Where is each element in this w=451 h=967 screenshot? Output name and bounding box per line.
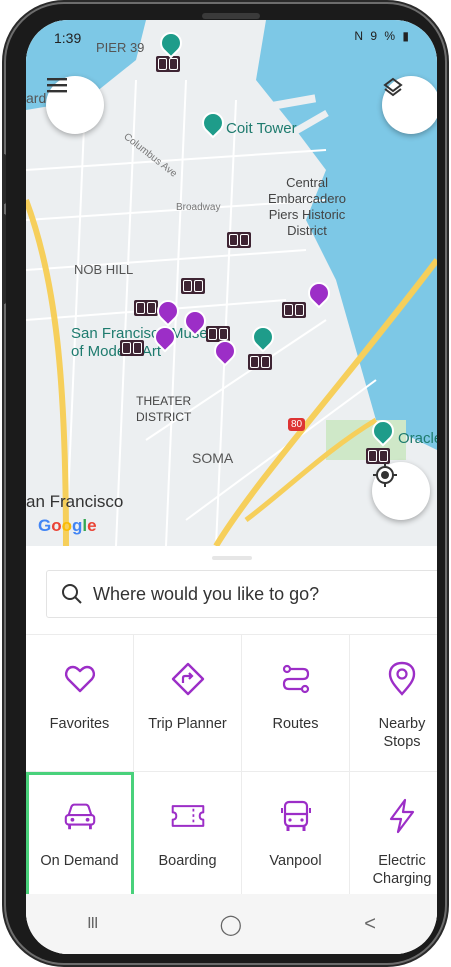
google-letter: o (51, 516, 62, 535)
my-location-button[interactable] (372, 462, 430, 520)
on-demand-tile[interactable]: On Demand (26, 772, 134, 909)
car-icon (62, 798, 98, 834)
transit-stop-marker[interactable] (156, 56, 180, 72)
favorites-tile[interactable]: Favorites (26, 635, 134, 772)
electric-charging-label: Electric Charging (372, 853, 432, 887)
layers-icon (383, 77, 403, 97)
home-button[interactable]: ◯ (220, 912, 242, 937)
screen: 1:39 N 9 % ▮ PIER 39 ard Coit Tower Colu… (26, 20, 437, 954)
sheet-handle[interactable] (212, 556, 252, 560)
nearby-stops-label: Nearby Stops (378, 716, 426, 750)
volume-button (2, 214, 6, 304)
directions-icon (170, 661, 206, 697)
recent-apps-button[interactable]: III (87, 915, 98, 933)
crosshair-icon (373, 463, 397, 487)
map-label-embarcadero: Central Embarcadero Piers Historic Distr… (268, 175, 347, 238)
map-label-san-francisco: an Francisco (26, 492, 124, 511)
transit-stop-marker[interactable] (120, 340, 144, 356)
google-letter: g (72, 516, 83, 535)
speaker (202, 13, 260, 19)
lightning-icon (384, 798, 420, 834)
electric-charging-tile[interactable]: Electric Charging (350, 772, 437, 909)
status-time: 1:39 (54, 30, 82, 46)
transit-stop-marker[interactable] (134, 300, 158, 316)
map-label-oracle: Oracle P (398, 430, 437, 447)
map-label-broadway: Broadway (176, 202, 221, 213)
menu-button[interactable] (46, 76, 104, 134)
trip-planner-label: Trip Planner (148, 716, 227, 732)
google-letter: e (87, 516, 97, 535)
heart-icon (62, 661, 98, 697)
favorites-label: Favorites (49, 716, 110, 732)
search-placeholder: Where would you like to go? (93, 583, 320, 604)
status-bar: 1:39 N 9 % ▮ (26, 20, 437, 50)
location-pin-icon (384, 661, 420, 697)
bottom-sheet: Where would you like to go? Favorites Tr… (26, 546, 437, 954)
vanpool-tile[interactable]: Vanpool (242, 772, 350, 909)
google-letter: G (38, 516, 52, 535)
route-icon (278, 661, 314, 697)
boarding-label: Boarding (158, 853, 217, 869)
map-label-soma: SOMA (192, 450, 234, 466)
volume-button (2, 154, 6, 204)
map-label-sfmoma: San Francisco Museum of Modern Art (71, 325, 229, 360)
transit-stop-marker[interactable] (282, 302, 306, 318)
google-letter: o (61, 516, 73, 535)
map-label-highway: 80 (288, 418, 306, 431)
map[interactable]: 1:39 N 9 % ▮ PIER 39 ard Coit Tower Colu… (26, 20, 437, 546)
routes-tile[interactable]: Routes (242, 635, 350, 772)
map-label-coit-tower: Coit Tower (226, 120, 297, 137)
map-label-pier39: PIER 39 (96, 40, 145, 55)
trip-planner-tile[interactable]: Trip Planner (134, 635, 242, 772)
search-input[interactable]: Where would you like to go? (46, 570, 437, 618)
google-logo: Google (38, 516, 97, 536)
bus-icon (278, 798, 314, 834)
transit-stop-marker[interactable] (227, 232, 251, 248)
map-label-ard: ard (26, 90, 47, 106)
system-navbar: III ◯ < (26, 894, 437, 954)
map-label-theater-district: THEATER DISTRICT (136, 394, 192, 424)
search-icon (62, 584, 82, 604)
back-button[interactable]: < (364, 913, 376, 936)
routes-label: Routes (272, 716, 319, 732)
phone-frame: 1:39 N 9 % ▮ PIER 39 ard Coit Tower Colu… (2, 4, 445, 963)
transit-stop-marker[interactable] (181, 278, 205, 294)
nearby-stops-tile[interactable]: Nearby Stops (350, 635, 437, 772)
vanpool-label: Vanpool (269, 853, 322, 869)
status-icons: N 9 % ▮ (354, 29, 411, 43)
ticket-icon (170, 798, 206, 834)
map-label-nob-hill: NOB HILL (74, 262, 134, 277)
boarding-tile[interactable]: Boarding (134, 772, 242, 909)
transit-stop-marker[interactable] (248, 354, 272, 370)
layers-button[interactable] (382, 76, 437, 134)
hamburger-icon (47, 78, 67, 93)
action-grid: Favorites Trip Planner Routes Nearby Sto… (26, 634, 437, 909)
on-demand-label: On Demand (40, 853, 119, 869)
